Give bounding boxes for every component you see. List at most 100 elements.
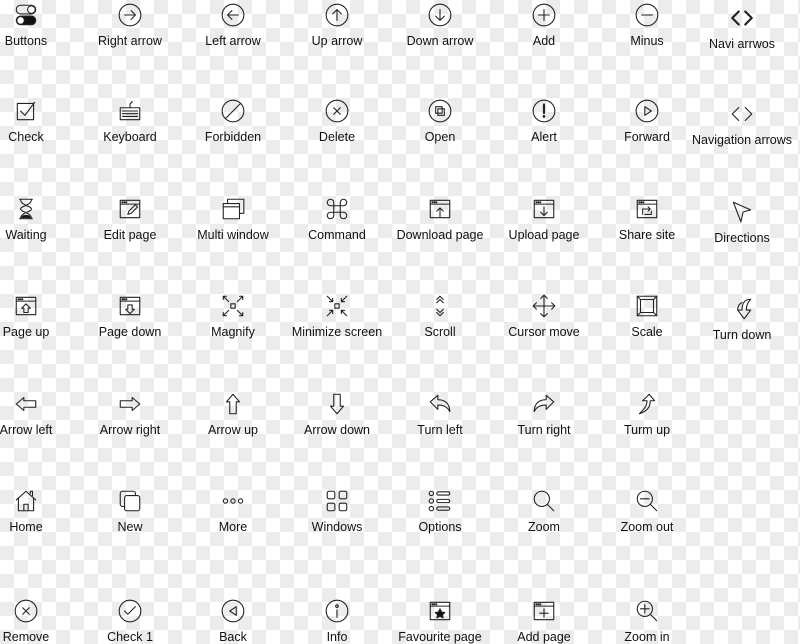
expand-icon (222, 295, 244, 317)
circle-alert-icon (532, 99, 556, 123)
icon-tile-turn-left: Turn left (380, 391, 500, 437)
icon-label: Zoom in (624, 630, 670, 644)
icon-label: Arrow down (304, 423, 370, 437)
icon-tile-minimize-screen: Minimize screen (277, 293, 397, 339)
icon-tile-page-down: Page down (70, 293, 190, 339)
icon-tile-check-1: Check 1 (70, 598, 190, 644)
icon-tile-turn-right: Turn right (484, 391, 604, 437)
new-squares-icon (119, 490, 141, 512)
icon-tile-alert: Alert (484, 98, 604, 144)
icon-label: Add page (517, 630, 571, 644)
cursor-pointer-icon (732, 201, 752, 223)
circle-x-icon (14, 599, 38, 623)
icon-label: Edit page (103, 228, 157, 242)
icon-label: Turn down (712, 328, 772, 342)
zoom-in-icon (636, 600, 658, 622)
arrow-up-outline-icon (225, 393, 241, 415)
code-brackets-icon (731, 106, 753, 122)
window-star-icon (429, 601, 451, 621)
icon-tile-navigation-arrows: Navigation arrows (682, 101, 800, 147)
more-dots-icon (222, 498, 244, 504)
icon-tile-open: Open (380, 98, 500, 144)
icon-tile-navi-arrwos: Navi arrwos (682, 5, 800, 51)
icon-tile-windows: Windows (277, 488, 397, 534)
icon-tile-back: Back (173, 598, 293, 644)
icon-tile-magnify: Magnify (173, 293, 293, 339)
icon-label: Add (532, 34, 556, 48)
move-icon (532, 294, 556, 318)
turn-down-arrow-icon (737, 298, 752, 320)
icon-tile-forbidden: Forbidden (173, 98, 293, 144)
circle-play-icon (635, 99, 659, 123)
arrow-down-outline-icon (329, 393, 345, 415)
circle-info-icon (325, 599, 349, 623)
icon-label: Scroll (424, 325, 456, 339)
turn-right-icon (533, 394, 555, 413)
window-pencil-icon (119, 199, 141, 219)
icon-label: Turn right (517, 423, 571, 437)
icon-tile-options: Options (380, 488, 500, 534)
icon-label: Command (308, 228, 366, 242)
turn-left-icon (429, 394, 451, 413)
icon-tile-zoom-out: Zoom out (587, 488, 707, 534)
icon-label: Windows (311, 520, 363, 534)
code-brackets-bold-icon (731, 10, 753, 26)
icon-label: Cursor move (508, 325, 580, 339)
icon-label: Delete (318, 130, 356, 144)
icon-tile-favourite-page: Favourite page (380, 598, 500, 644)
icon-label: Zoom out (620, 520, 674, 534)
icon-tile-arrow-down: Arrow down (277, 391, 397, 437)
icon-label: Down arrow (406, 34, 474, 48)
list-icon (428, 490, 451, 512)
turn-up-icon (638, 393, 656, 415)
icon-tile-new: New (70, 488, 190, 534)
icon-tile-cursor-move: Cursor move (484, 293, 604, 339)
icon-tile-multi-window: Multi window (173, 196, 293, 242)
icon-tile-add: Add (484, 2, 604, 48)
icon-label: More (218, 520, 248, 534)
icon-label: Turm up (623, 423, 671, 437)
icon-label: Forbidden (204, 130, 262, 144)
circle-arrow-down-icon (428, 3, 452, 27)
forbidden-icon (221, 99, 245, 123)
icon-label: Directions (714, 231, 770, 245)
icon-label: Left arrow (205, 34, 261, 48)
icon-label: Info (326, 630, 348, 644)
icon-label: Alert (531, 130, 557, 144)
multi-window-icon (222, 198, 245, 220)
home-icon (15, 490, 37, 512)
window-arrow-down-icon (119, 296, 141, 316)
icon-tile-down-arrow: Down arrow (380, 2, 500, 48)
icon-tile-turn-down: Turn down (682, 296, 800, 342)
keyboard-icon (119, 100, 141, 121)
icon-tile-zoom: Zoom (484, 488, 604, 534)
circle-back-icon (221, 599, 245, 623)
icon-tile-download-page: Download page (380, 196, 500, 242)
circle-copy-icon (428, 99, 452, 123)
icon-label: Download page (396, 228, 484, 242)
icon-label: Right arrow (98, 34, 162, 48)
icon-tile-add-page: Add page (484, 598, 604, 644)
icon-label: Zoom (528, 520, 560, 534)
icon-tile-up-arrow: Up arrow (277, 2, 397, 48)
icon-label: Navigation arrows (691, 133, 793, 147)
icon-tile-edit-page: Edit page (70, 196, 190, 242)
circle-arrow-up-icon (325, 3, 349, 27)
icon-tile-keyboard: Keyboard (70, 98, 190, 144)
hourglass-icon (18, 198, 34, 220)
toggle-icon (15, 4, 37, 26)
icon-label: Check 1 (107, 630, 153, 644)
window-down-icon (533, 199, 555, 219)
window-arrow-up-icon (15, 296, 37, 316)
icon-tile-info: Info (277, 598, 397, 644)
window-up-icon (429, 199, 451, 219)
window-plus-icon (533, 601, 555, 621)
icon-tile-more: More (173, 488, 293, 534)
scroll-chevrons-icon (436, 295, 444, 317)
magnifier-icon (533, 490, 555, 512)
circle-check-icon (118, 599, 142, 623)
icon-label: Multi window (197, 228, 269, 242)
grid-icon (326, 490, 348, 512)
icon-label: Keyboard (103, 130, 157, 144)
icon-label: Open (424, 130, 456, 144)
